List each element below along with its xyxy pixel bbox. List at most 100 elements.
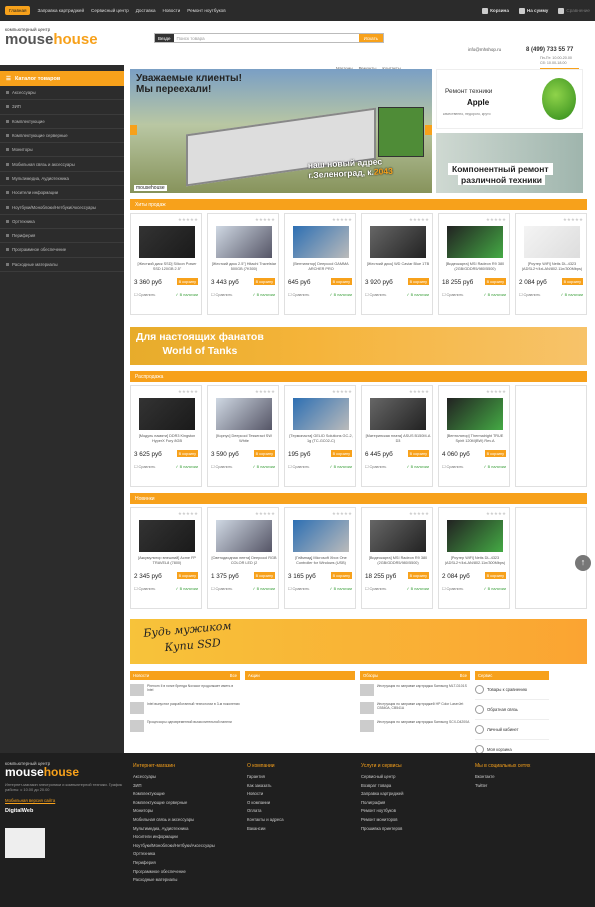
product-image[interactable]: [447, 398, 503, 430]
footer-link[interactable]: Как заказать: [247, 782, 284, 791]
sidebar-item[interactable]: Ноутбуки/Моноблоки/Нетбуки/Аксессуары: [0, 200, 124, 215]
footer-link[interactable]: Мониторы: [133, 807, 215, 816]
product-name[interactable]: [Геймпад] Microsoft Xbox One Controller …: [288, 556, 354, 570]
product-card[interactable]: ★★★★★ [Термопаста] GELID Solutions GC-2,…: [284, 385, 356, 487]
slider-next-arrow[interactable]: [425, 125, 432, 135]
footer-link[interactable]: Оплата: [247, 807, 284, 816]
catalog-header[interactable]: ☰ Каталог товаров: [0, 71, 124, 86]
sidebar-item[interactable]: Мобильная связь и аксессуары: [0, 157, 124, 172]
developer-logo[interactable]: DigitalWeb: [5, 808, 590, 814]
section-title[interactable]: Распродажа: [130, 371, 587, 382]
info-item[interactable]: Intel выпустил разработанный технологии …: [130, 702, 240, 716]
mobile-version-link[interactable]: Мобильная версия сайта: [5, 798, 590, 803]
product-image[interactable]: [293, 226, 349, 258]
product-name[interactable]: [Жесткий диск SSD] Silicon Power SSD 120…: [134, 262, 200, 276]
rating-stars[interactable]: ★★★★★: [486, 511, 506, 517]
product-card[interactable]: ★★★★★ [Жесткий диск] WD Caviar Blue 1TB …: [361, 213, 433, 315]
slider-prev-arrow[interactable]: [130, 125, 137, 135]
compare-checkbox[interactable]: ☐ Сравнить: [365, 464, 386, 469]
product-image[interactable]: [293, 398, 349, 430]
top-nav-service[interactable]: Сервисный центр: [91, 8, 129, 13]
product-card[interactable]: ★★★★★ [Видеокарта] MSI Radeon R9 380 (2G…: [438, 213, 510, 315]
footer-link[interactable]: Программное обеспечение: [133, 868, 215, 877]
search-category-select[interactable]: Везде: [155, 34, 174, 42]
apple-repair-banner[interactable]: Ремонт техники Apple качественно, недоро…: [436, 69, 583, 129]
footer-link[interactable]: Заправка картриджей: [361, 790, 403, 799]
product-card[interactable]: ★★★★★ [Светодиодная лента] Deepcool RGB …: [207, 507, 279, 609]
top-nav-home[interactable]: Главная: [5, 6, 31, 15]
product-card[interactable]: ★★★★★ [Вентилятор] Thermalright TRUE Spi…: [438, 385, 510, 487]
compare-checkbox[interactable]: ☐ Сравнить: [288, 292, 309, 297]
product-image[interactable]: [293, 520, 349, 552]
product-name[interactable]: [Видеокарта] MSI Radeon R9 380 (2GB/GDDR…: [365, 556, 431, 570]
add-to-cart-button[interactable]: В корзину: [176, 450, 198, 457]
search-button[interactable]: Искать: [358, 34, 383, 42]
sidebar-item[interactable]: Оргтехника: [0, 215, 124, 229]
rating-stars[interactable]: ★★★★★: [563, 217, 583, 223]
compare-checkbox[interactable]: ☐ Сравнить: [365, 586, 386, 591]
info-item[interactable]: Phenom II в гонке бренда Novacor продолж…: [130, 684, 240, 698]
product-image[interactable]: [216, 226, 272, 258]
info-item[interactable]: Инструкция по заправке картриджа Samsung…: [360, 684, 470, 698]
component-repair-banner[interactable]: Компонентный ремонт различной техники: [436, 133, 583, 193]
wot-promo-banner[interactable]: Для настоящих фанатов World of Tanks: [130, 327, 587, 365]
footer-link[interactable]: Ноутбуки/Моноблоки/Нетбуки/Аксессуары: [133, 842, 215, 851]
see-all-link[interactable]: Все: [460, 673, 467, 678]
compare-checkbox[interactable]: ☐ Сравнить: [211, 464, 232, 469]
footer-link[interactable]: Контакты и адреса: [247, 816, 284, 825]
compare-checkbox[interactable]: ☐ Сравнить: [211, 292, 232, 297]
product-name[interactable]: [Материнская плата] ASUS B150M-A D3: [365, 434, 431, 448]
product-image[interactable]: [447, 520, 503, 552]
add-to-cart-button[interactable]: В корзину: [407, 450, 429, 457]
footer-link[interactable]: Возврат товара: [361, 782, 403, 791]
footer-link[interactable]: Комплектующие серверные: [133, 799, 215, 808]
footer-link[interactable]: Полиграфия: [361, 799, 403, 808]
compare-checkbox[interactable]: ☐ Сравнить: [134, 292, 155, 297]
compare-checkbox[interactable]: ☐ Сравнить: [365, 292, 386, 297]
add-to-cart-button[interactable]: В корзину: [253, 278, 275, 285]
info-item[interactable]: Инструкция по заправке картриджа Samsung…: [360, 720, 470, 734]
top-nav-cartridge[interactable]: Заправка картриджей: [37, 8, 84, 13]
compare-checkbox[interactable]: ☐ Сравнить: [519, 292, 540, 297]
product-name[interactable]: [Светодиодная лента] Deepcool RGB COLOR …: [211, 556, 277, 570]
rating-stars[interactable]: ★★★★★: [409, 389, 429, 395]
rating-stars[interactable]: ★★★★★: [332, 511, 352, 517]
product-card[interactable]: ★★★★★ [Жесткий диск SSD] Silicon Power S…: [130, 213, 202, 315]
footer-link[interactable]: Гарантия: [247, 773, 284, 782]
add-to-cart-button[interactable]: В корзину: [330, 278, 352, 285]
add-to-cart-button[interactable]: В корзину: [330, 572, 352, 579]
rating-stars[interactable]: ★★★★★: [178, 389, 198, 395]
service-link[interactable]: Личный кабинет: [475, 720, 549, 740]
add-to-cart-button[interactable]: В корзину: [330, 450, 352, 457]
sum-link[interactable]: На сумму: [518, 7, 548, 14]
footer-link[interactable]: Расходные материалы: [133, 876, 215, 885]
footer-link[interactable]: Вконтакте: [475, 773, 530, 782]
section-title[interactable]: Хиты продаж: [130, 199, 587, 210]
product-name[interactable]: [Вентилятор] Thermalright TRUE Spirit 12…: [442, 434, 508, 448]
compare-checkbox[interactable]: ☐ Сравнить: [442, 586, 463, 591]
footer-link[interactable]: Комплектующие: [133, 790, 215, 799]
product-card[interactable]: [515, 385, 587, 487]
sidebar-item[interactable]: Комплектующие серверные: [0, 129, 124, 144]
compare-checkbox[interactable]: ☐ Сравнить: [288, 586, 309, 591]
compare-checkbox[interactable]: ☐ Сравнить: [442, 292, 463, 297]
product-card[interactable]: ★★★★★ [Видеокарта] MSI Radeon R9 380 (2G…: [361, 507, 433, 609]
rating-stars[interactable]: ★★★★★: [255, 389, 275, 395]
scroll-top-button[interactable]: ↑: [575, 555, 591, 571]
service-link[interactable]: Товары к сравнению: [475, 680, 549, 700]
rating-stars[interactable]: ★★★★★: [409, 511, 429, 517]
section-title[interactable]: Новинки: [130, 493, 587, 504]
product-name[interactable]: [Термопаста] GELID Solutions GC-2, 1g (T…: [288, 434, 354, 448]
product-image[interactable]: [370, 520, 426, 552]
compare-checkbox[interactable]: ☐ Сравнить: [211, 586, 232, 591]
info-column-title[interactable]: Акции: [248, 673, 260, 678]
product-card[interactable]: ★★★★★ [Жесткий диск 2.5"] Hitachi Travel…: [207, 213, 279, 315]
rating-stars[interactable]: ★★★★★: [486, 389, 506, 395]
sidebar-item[interactable]: Программное обеспечение: [0, 243, 124, 258]
product-name[interactable]: [Жесткий диск] WD Caviar Blue 1TB: [365, 262, 431, 276]
service-link[interactable]: Обратная связь: [475, 700, 549, 720]
compare-checkbox[interactable]: ☐ Сравнить: [442, 464, 463, 469]
product-card[interactable]: ★★★★★ [Корпус] Deepcool Tesseract SW Whi…: [207, 385, 279, 487]
moved-banner[interactable]: Уважаемые клиенты! Мы переехали! наш нов…: [130, 69, 432, 193]
footer-link[interactable]: Аксессуары: [133, 773, 215, 782]
